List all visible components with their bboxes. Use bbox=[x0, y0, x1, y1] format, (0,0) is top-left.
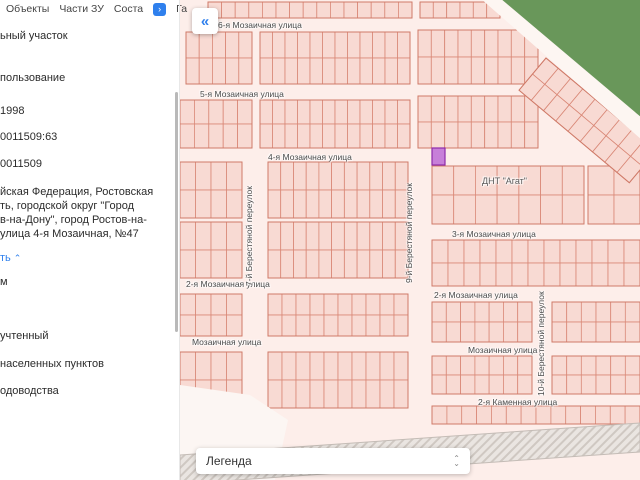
sidebar-collapse-button[interactable]: « bbox=[192, 8, 218, 34]
tab-objects[interactable]: Объекты bbox=[6, 3, 49, 15]
tabs-scroll-button[interactable]: › bbox=[153, 2, 167, 16]
sidebar-tabs: Объекты Части ЗУ Соста › Га bbox=[0, 0, 187, 18]
object-type-text: ьный участок bbox=[0, 30, 68, 42]
year-value: 1998 bbox=[0, 105, 25, 117]
chevron-up-icon: ⌃ bbox=[13, 253, 22, 263]
legend-expand-icon[interactable]: ⌃ ⌄ bbox=[453, 455, 460, 468]
street-label-vertical: 7-й Берестяной переулок bbox=[244, 186, 254, 286]
area-units-text: м bbox=[0, 276, 8, 288]
selected-parcel[interactable] bbox=[431, 147, 446, 166]
permitted-use-text: одоводства bbox=[0, 385, 59, 397]
legend-title: Легенда bbox=[206, 454, 252, 468]
street-label: 4-я Мозаичная улица bbox=[268, 152, 352, 162]
tab-sostav[interactable]: Соста bbox=[114, 3, 143, 15]
land-use-text: пользование bbox=[0, 72, 66, 84]
street-label: 2-я Мозаичная улица bbox=[186, 279, 270, 289]
address-line-1: йская Федерация, Ростовская bbox=[0, 186, 154, 198]
sidebar-scrollbar[interactable] bbox=[175, 92, 178, 332]
collapse-link[interactable]: ть ⌃ bbox=[0, 252, 21, 264]
land-category-text: населенных пунктов bbox=[0, 358, 104, 370]
tab-gallery[interactable]: Га bbox=[176, 3, 187, 15]
street-label: Мозаичная улица bbox=[468, 345, 538, 355]
legend-panel[interactable]: Легенда ⌃ ⌄ bbox=[196, 448, 470, 474]
address-line-4: улица 4-я Мозаичная, №47 bbox=[0, 228, 139, 240]
sidebar-divider bbox=[179, 0, 180, 480]
street-label: 2-я Каменная улица bbox=[478, 397, 558, 407]
address-line-2: ть, городской округ "Город bbox=[0, 200, 135, 212]
map-viewport[interactable]: 6-я Мозаичная улица 5-я Мозаичная улица … bbox=[180, 0, 640, 480]
street-label-vertical: 9-й Берестяной переулок bbox=[404, 183, 414, 283]
tab-parts-zu[interactable]: Части ЗУ bbox=[59, 3, 104, 15]
street-label: 2-я Мозаичная улица bbox=[434, 290, 518, 300]
address-line-3: в-на-Дону", город Ростов-на- bbox=[0, 214, 147, 226]
object-info-sidebar: Объекты Части ЗУ Соста › Га ьный участок… bbox=[0, 0, 187, 480]
street-label: 5-я Мозаичная улица bbox=[200, 89, 284, 99]
cadastral-map-app: Объекты Части ЗУ Соста › Га ьный участок… bbox=[0, 0, 640, 480]
dnt-area-label: ДНТ "Агат" bbox=[482, 176, 527, 186]
street-label: 3-я Мозаичная улица bbox=[452, 229, 536, 239]
street-label: 6-я Мозаичная улица bbox=[218, 20, 302, 30]
street-label: Мозаичная улица bbox=[192, 337, 262, 347]
quarter-number: 0011509 bbox=[0, 158, 43, 170]
street-label-vertical: 10-й Берестяной переулок bbox=[536, 291, 546, 396]
cadastral-number: 0011509:63 bbox=[0, 131, 58, 143]
status-text: учтенный bbox=[0, 330, 49, 342]
